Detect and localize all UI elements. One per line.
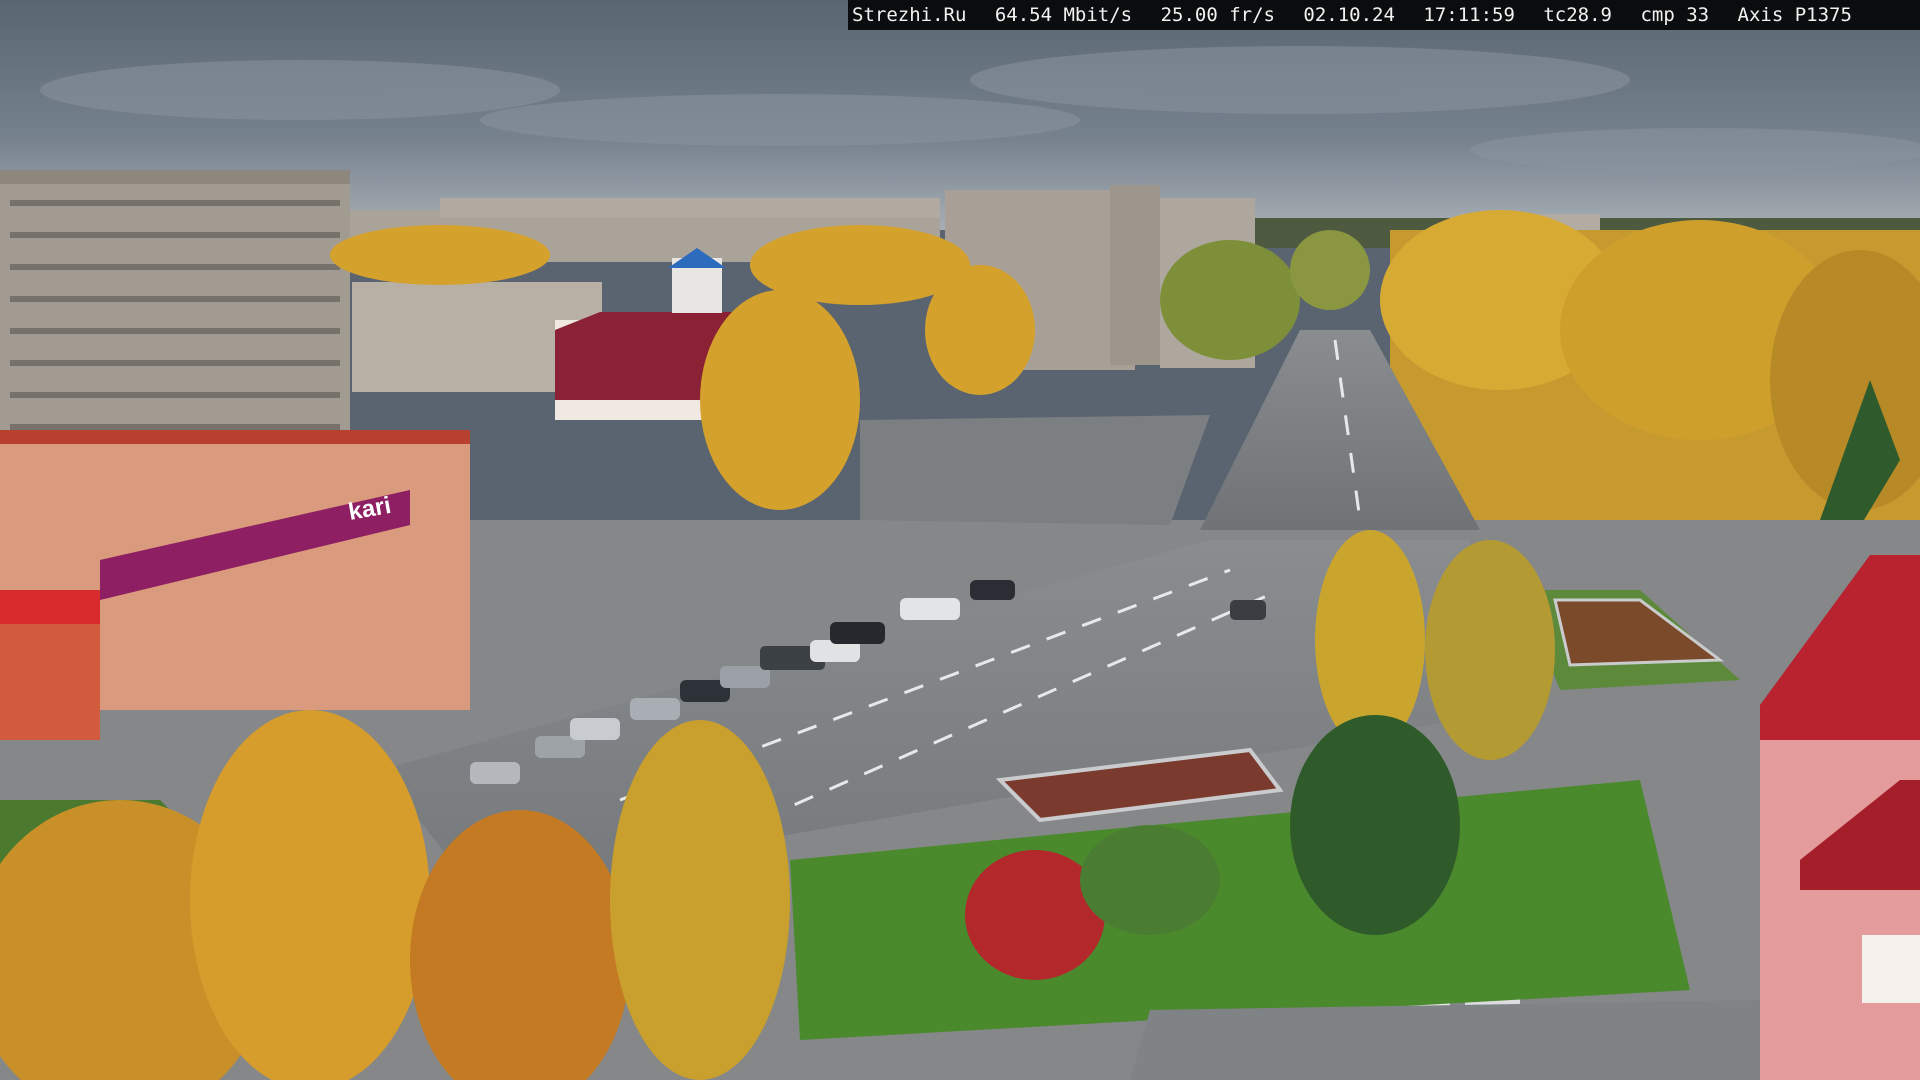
overlay-date: 02.10.24	[1303, 4, 1395, 26]
overlay-site: Strezhi.Ru	[852, 4, 967, 26]
overlay-bitrate: 64.54 Mbit/s	[994, 4, 1133, 26]
camera-overlay-bar: Strezhi.Ru 64.54 Mbit/s 25.00 fr/s 02.10…	[848, 0, 1920, 30]
city-square-camera-view: kari	[0, 0, 1920, 1080]
bottom-parking	[1130, 1000, 1760, 1080]
overlay-camera-model: Axis P1375	[1737, 4, 1852, 26]
far-plaza	[860, 415, 1210, 525]
overlay-time: 17:11:59	[1423, 4, 1515, 26]
shopping-center	[0, 430, 470, 740]
overlay-framerate: 25.00 fr/s	[1160, 4, 1275, 26]
overlay-compression: cmp 33	[1640, 4, 1710, 26]
overlay-temperature: tc28.9	[1543, 4, 1612, 26]
